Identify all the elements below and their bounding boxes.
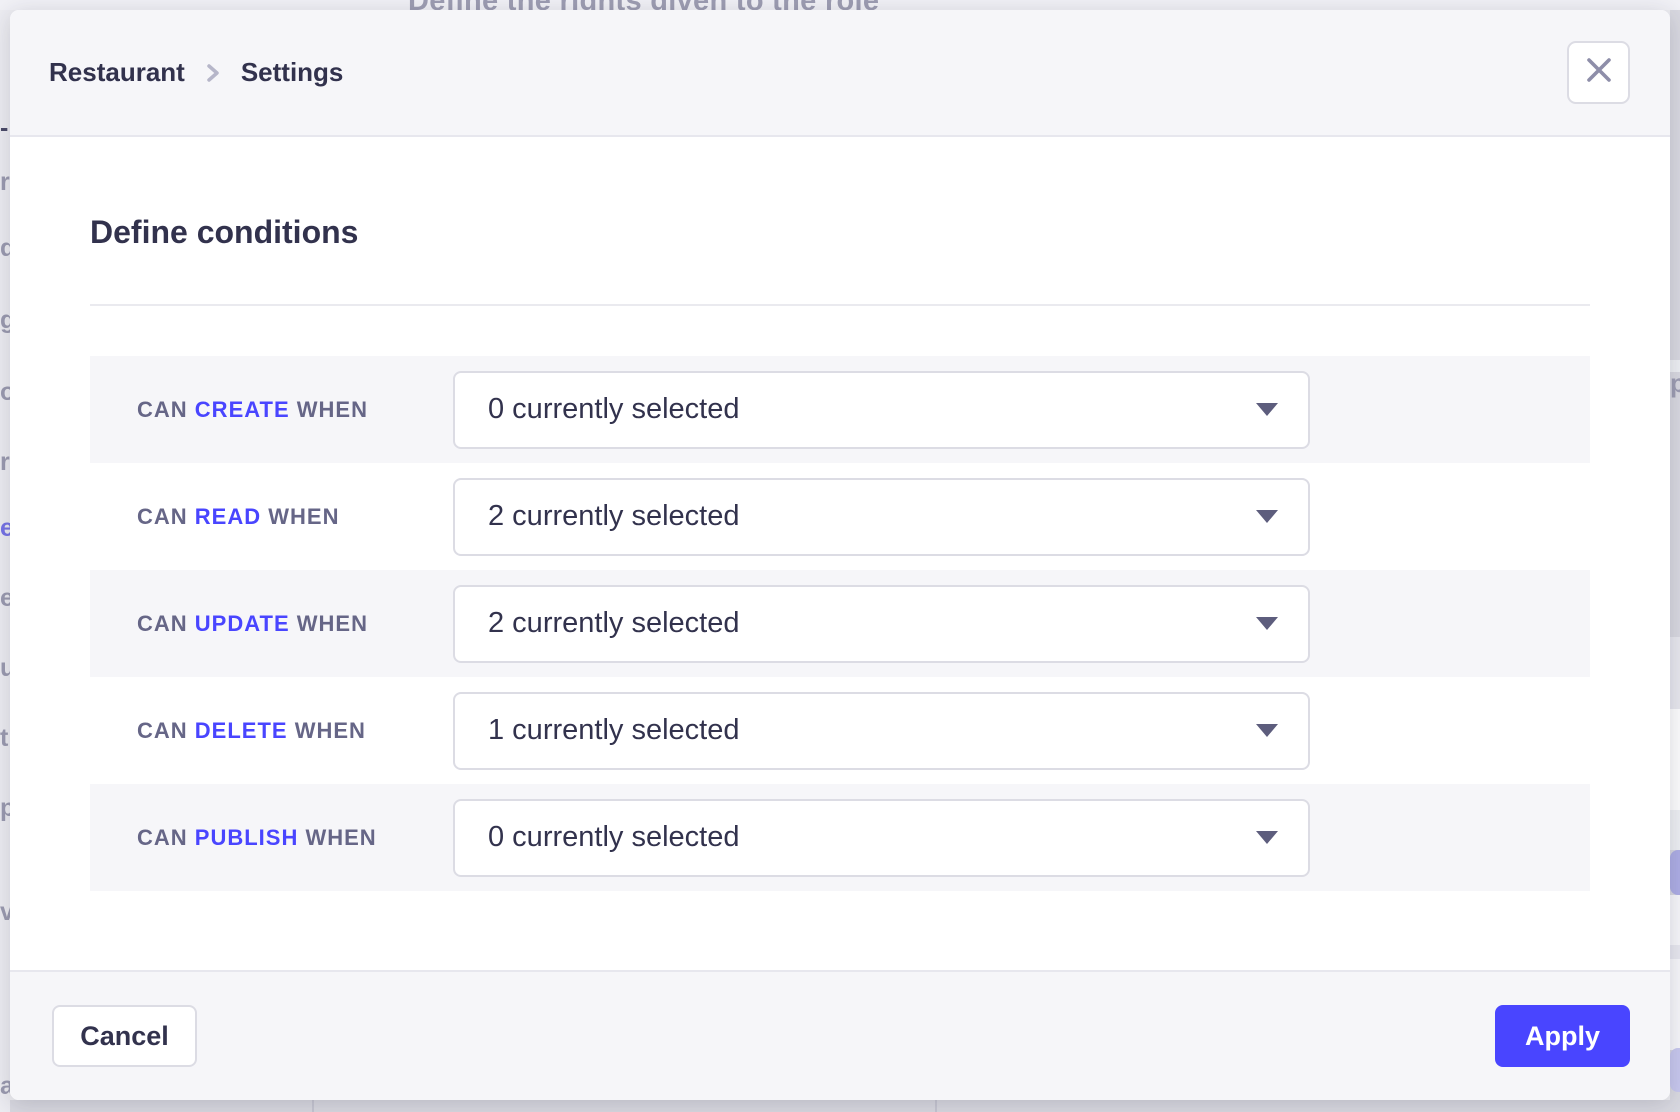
chevron-down-icon — [1256, 724, 1278, 737]
background-text-fragment: - — [0, 114, 8, 143]
background-table-border — [935, 1100, 937, 1112]
modal-header: Restaurant Settings — [10, 10, 1670, 137]
title-divider — [90, 304, 1590, 306]
conditions-modal: Restaurant Settings Define conditions Ca… — [10, 10, 1670, 1100]
background-text-fragment: d — [0, 234, 10, 263]
modal-footer: Cancel Apply — [10, 970, 1670, 1100]
background-text-fragment: p — [0, 794, 10, 823]
condition-label-read: Can read when — [137, 504, 453, 530]
chevron-down-icon — [1256, 403, 1278, 416]
chevron-right-icon — [203, 61, 223, 85]
apply-button[interactable]: Apply — [1495, 1005, 1630, 1067]
selected-count: 0 currently selected — [488, 393, 1256, 426]
breadcrumb-item-settings: Settings — [241, 57, 344, 88]
action-name: publish — [195, 825, 299, 850]
background-text-fragment: v — [0, 898, 10, 927]
background-text-fragment: g — [0, 306, 10, 335]
condition-label-delete: Can delete when — [137, 718, 453, 744]
background-text-fragment: e — [0, 514, 10, 543]
condition-row-delete: Can delete when 1 currently selected — [90, 677, 1590, 784]
background-text-fragment: er — [0, 584, 10, 613]
background-left-strip: - r d g o r e er u ti p v ai — [0, 10, 10, 1112]
chevron-down-icon — [1256, 510, 1278, 523]
selected-count: 2 currently selected — [488, 607, 1256, 640]
selected-count: 2 currently selected — [488, 500, 1256, 533]
modal-body: Define conditions Can create when 0 curr… — [10, 137, 1670, 970]
cancel-button[interactable]: Cancel — [52, 1005, 197, 1067]
background-page-title: Define the rights given to the role — [408, 0, 879, 10]
breadcrumb-item-restaurant: Restaurant — [49, 57, 185, 88]
background-text-fragment: ti — [0, 724, 10, 753]
condition-row-create: Can create when 0 currently selected — [90, 356, 1590, 463]
background-button-fragment — [1670, 850, 1680, 895]
close-icon — [1585, 56, 1613, 89]
chevron-down-icon — [1256, 831, 1278, 844]
background-right-strip: p — [1670, 10, 1680, 1112]
action-name: delete — [195, 718, 288, 743]
background-bottom-strip — [10, 1100, 1670, 1112]
publish-conditions-select[interactable]: 0 currently selected — [453, 799, 1310, 877]
background-row-edge — [1670, 945, 1680, 959]
background-text-fragment: r — [0, 448, 10, 477]
condition-label-update: Can update when — [137, 611, 453, 637]
background-text-fragment: o — [0, 378, 10, 407]
background-text-fragment: p — [1670, 368, 1680, 408]
condition-label-create: Can create when — [137, 397, 453, 423]
read-conditions-select[interactable]: 2 currently selected — [453, 478, 1310, 556]
background-row-edge — [1670, 637, 1680, 709]
create-conditions-select[interactable]: 0 currently selected — [453, 371, 1310, 449]
background-table-border — [312, 1100, 314, 1112]
condition-row-read: Can read when 2 currently selected — [90, 463, 1590, 570]
action-name: read — [195, 504, 261, 529]
background-top-strip: Define the rights given to the role — [0, 0, 1680, 10]
background-toggle-fragment — [1670, 1048, 1680, 1092]
background-row-edge — [1670, 895, 1680, 1050]
breadcrumb: Restaurant Settings — [49, 57, 343, 88]
selected-count: 0 currently selected — [488, 821, 1256, 854]
background-row-edge — [1670, 810, 1680, 850]
conditions-list: Can create when 0 currently selected Can… — [90, 356, 1590, 891]
background-text-fragment: u — [0, 654, 10, 683]
close-button[interactable] — [1567, 41, 1630, 104]
background-row-edge — [1670, 709, 1680, 810]
condition-label-publish: Can publish when — [137, 825, 453, 851]
background-text-fragment: r — [0, 168, 10, 197]
selected-count: 1 currently selected — [488, 714, 1256, 747]
condition-row-update: Can update when 2 currently selected — [90, 570, 1590, 677]
delete-conditions-select[interactable]: 1 currently selected — [453, 692, 1310, 770]
action-name: update — [195, 611, 290, 636]
action-name: create — [195, 397, 290, 422]
chevron-down-icon — [1256, 617, 1278, 630]
dialog-title: Define conditions — [90, 211, 1590, 253]
background-text-fragment: ai — [0, 1072, 10, 1101]
update-conditions-select[interactable]: 2 currently selected — [453, 585, 1310, 663]
condition-row-publish: Can publish when 0 currently selected — [90, 784, 1590, 891]
